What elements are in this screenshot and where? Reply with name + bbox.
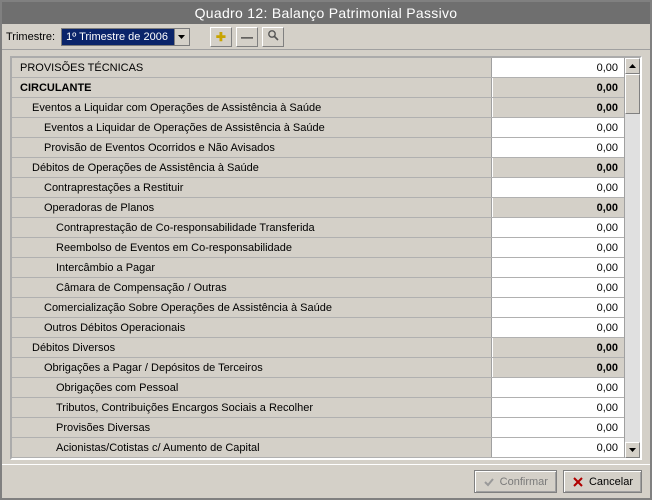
row-label: Contraprestações a Restituir (12, 178, 492, 197)
row-value[interactable]: 0,00 (492, 198, 624, 217)
row-label: Provisão de Eventos Ocorridos e Não Avis… (12, 138, 492, 157)
trimestre-value: 1º Trimestre de 2006 (62, 29, 174, 45)
footer: Confirmar Cancelar (2, 464, 650, 498)
chevron-down-icon[interactable] (174, 29, 189, 45)
row-label: Débitos de Operações de Assistência à Sa… (12, 158, 492, 177)
vertical-scrollbar[interactable] (624, 58, 640, 458)
titlebar: Quadro 12: Balanço Patrimonial Passivo (2, 2, 650, 24)
scroll-down-icon[interactable] (625, 442, 640, 458)
search-button[interactable] (262, 27, 284, 47)
row-value[interactable]: 0,00 (492, 398, 624, 417)
close-icon (572, 476, 584, 488)
row-value[interactable]: 0,00 (492, 338, 624, 357)
row-label: Outros Débitos Operacionais (12, 318, 492, 337)
content-area: PROVISÕES TÉCNICAS0,00CIRCULANTE0,00Even… (2, 50, 650, 464)
table-row[interactable]: Operadoras de Planos0,00 (12, 198, 624, 218)
row-label: Reembolso de Eventos em Co-responsabilid… (12, 238, 492, 257)
cancel-label: Cancelar (589, 476, 633, 488)
row-label: Operadoras de Planos (12, 198, 492, 217)
row-value[interactable]: 0,00 (492, 78, 624, 97)
balance-grid: PROVISÕES TÉCNICAS0,00CIRCULANTE0,00Even… (10, 56, 642, 460)
window-title: Quadro 12: Balanço Patrimonial Passivo (195, 5, 458, 21)
row-label: Débitos Diversos (12, 338, 492, 357)
table-row[interactable]: Eventos a Liquidar com Operações de Assi… (12, 98, 624, 118)
row-value[interactable]: 0,00 (492, 218, 624, 237)
app-window: Quadro 12: Balanço Patrimonial Passivo T… (0, 0, 652, 500)
table-row[interactable]: PROVISÕES TÉCNICAS0,00 (12, 58, 624, 78)
scroll-up-icon[interactable] (625, 58, 640, 74)
row-label: Câmara de Compensação / Outras (12, 278, 492, 297)
row-label: Acionistas/Cotistas c/ Aumento de Capita… (12, 438, 492, 457)
table-row[interactable]: Provisão de Eventos Ocorridos e Não Avis… (12, 138, 624, 158)
toolbar: Trimestre: 1º Trimestre de 2006 ✚ — (2, 24, 650, 50)
row-label: Tributos, Contribuições Encargos Sociais… (12, 398, 492, 417)
row-value[interactable]: 0,00 (492, 298, 624, 317)
table-row[interactable]: Contraprestação de Co-responsabilidade T… (12, 218, 624, 238)
row-label: PROVISÕES TÉCNICAS (12, 58, 492, 77)
row-label: Intercâmbio a Pagar (12, 258, 492, 277)
row-value[interactable]: 0,00 (492, 318, 624, 337)
row-label: Eventos a Liquidar com Operações de Assi… (12, 98, 492, 117)
row-label: Contraprestação de Co-responsabilidade T… (12, 218, 492, 237)
table-row[interactable]: Câmara de Compensação / Outras0,00 (12, 278, 624, 298)
trimestre-label: Trimestre: (6, 31, 55, 43)
row-value[interactable]: 0,00 (492, 418, 624, 437)
search-icon (267, 29, 279, 44)
table-row[interactable]: Outros Débitos Operacionais0,00 (12, 318, 624, 338)
row-label: CIRCULANTE (12, 78, 492, 97)
row-value[interactable]: 0,00 (492, 118, 624, 137)
table-row[interactable]: Contraprestações a Restituir0,00 (12, 178, 624, 198)
row-label: Provisões Diversas (12, 418, 492, 437)
row-value[interactable]: 0,00 (492, 98, 624, 117)
table-row[interactable]: Tributos, Contribuições Encargos Sociais… (12, 398, 624, 418)
remove-button[interactable]: — (236, 27, 258, 47)
table-row[interactable]: Obrigações a Pagar / Depósitos de Tercei… (12, 358, 624, 378)
table-row[interactable]: Débitos de Operações de Assistência à Sa… (12, 158, 624, 178)
row-label: Obrigações com Pessoal (12, 378, 492, 397)
table-row[interactable]: Débitos Diversos0,00 (12, 338, 624, 358)
table-row[interactable]: Acionistas/Cotistas c/ Aumento de Capita… (12, 438, 624, 458)
row-value[interactable]: 0,00 (492, 158, 624, 177)
row-label: Obrigações a Pagar / Depósitos de Tercei… (12, 358, 492, 377)
scroll-thumb[interactable] (625, 74, 640, 114)
plus-icon: ✚ (216, 30, 226, 44)
table-row[interactable]: Reembolso de Eventos em Co-responsabilid… (12, 238, 624, 258)
row-label: Eventos a Liquidar de Operações de Assis… (12, 118, 492, 137)
add-button[interactable]: ✚ (210, 27, 232, 47)
table-row[interactable]: Intercâmbio a Pagar0,00 (12, 258, 624, 278)
table-row[interactable]: Eventos a Liquidar de Operações de Assis… (12, 118, 624, 138)
row-value[interactable]: 0,00 (492, 178, 624, 197)
row-value[interactable]: 0,00 (492, 138, 624, 157)
check-icon (483, 476, 495, 488)
table-row[interactable]: Obrigações com Pessoal0,00 (12, 378, 624, 398)
scroll-track[interactable] (625, 74, 640, 442)
grid-rows: PROVISÕES TÉCNICAS0,00CIRCULANTE0,00Even… (12, 58, 624, 458)
row-value[interactable]: 0,00 (492, 358, 624, 377)
trimestre-select[interactable]: 1º Trimestre de 2006 (61, 28, 190, 46)
row-label: Comercialização Sobre Operações de Assis… (12, 298, 492, 317)
row-value[interactable]: 0,00 (492, 378, 624, 397)
cancel-button[interactable]: Cancelar (563, 470, 642, 493)
row-value[interactable]: 0,00 (492, 238, 624, 257)
row-value[interactable]: 0,00 (492, 278, 624, 297)
table-row[interactable]: Comercialização Sobre Operações de Assis… (12, 298, 624, 318)
minus-icon: — (241, 30, 253, 44)
table-row[interactable]: CIRCULANTE0,00 (12, 78, 624, 98)
row-value[interactable]: 0,00 (492, 58, 624, 77)
confirm-label: Confirmar (500, 476, 548, 488)
row-value[interactable]: 0,00 (492, 258, 624, 277)
confirm-button[interactable]: Confirmar (474, 470, 557, 493)
row-value[interactable]: 0,00 (492, 438, 624, 457)
table-row[interactable]: Provisões Diversas0,00 (12, 418, 624, 438)
